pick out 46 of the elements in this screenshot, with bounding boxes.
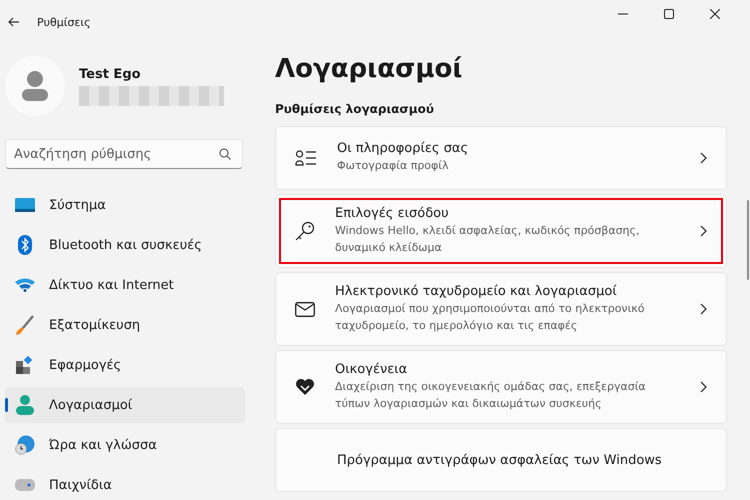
envelope-icon (295, 302, 315, 316)
card-title: Οικογένεια (335, 362, 408, 377)
chevron-right-icon (700, 225, 707, 237)
card-title: Οι πληροφορίες σας (337, 141, 470, 156)
sidebar-item[interactable]: Bluetooth και συσκευές (5, 227, 245, 263)
card-description: Διαχείριση της οικογενειακής ομάδας σας, επεξεργασία τύπων λογαριασμών και δικαιωμάτων συσκευής (335, 379, 647, 412)
sidebar-item[interactable]: Εφαρμογές (5, 347, 245, 383)
page-title: Λογαριασμοί (275, 54, 464, 84)
bluetooth-icon (15, 235, 35, 255)
apps-icon (15, 356, 35, 374)
card-description: Λογαριασμοί που χρησιμοποιούνται από το ηλεκτρονικό ταχυδρομείο, το ημερολόγιο και τις επαφές (335, 301, 646, 334)
section-heading: Ρυθμίσεις λογαριασμού (275, 102, 435, 116)
monitor-icon (15, 197, 35, 213)
chevron-right-icon (700, 152, 707, 164)
card-description: Φωτογραφία προφίλ (337, 158, 450, 174)
wifi-icon (15, 278, 35, 292)
sidebar-item[interactable]: Δίκτυο και Internet (5, 267, 245, 303)
key-icon (295, 221, 315, 241)
settings-card[interactable]: Οικογένεια Διαχείριση της οικογενειακής ομάδας σας, επεξεργασία τύπων λογαριασμών και δικαιωμάτων συσκευής (275, 350, 727, 424)
settings-card[interactable]: Επιλογές εισόδου Windows Hello, κλειδί ασφαλείας, κωδικός πρόσβασης, δυναμικό κλείδωμα (275, 194, 727, 268)
sidebar-item[interactable]: Σύστημα (5, 187, 245, 223)
globe-clock-icon (15, 435, 35, 455)
window-title: Ρυθμίσεις (37, 16, 91, 28)
chevron-right-icon (700, 381, 707, 393)
heart-icon (295, 378, 315, 396)
settings-card[interactable]: Οι πληροφορίες σας Φωτογραφία προφίλ (275, 126, 727, 190)
settings-card[interactable]: Πρόγραμμα αντιγράφων ασφαλείας των Windows (275, 428, 727, 492)
back-arrow-icon[interactable] (8, 17, 20, 27)
settings-card[interactable]: Ηλεκτρονικό ταχυδρομείο και λογαριασμοί Λογαριασμοί που χρησιμοποιούνται από το ηλεκτρονικό ταχυδρομείο, το ημερολόγιο και τις επαφές (275, 272, 727, 346)
sidebar-item[interactable]: Παιχνίδια (5, 467, 245, 500)
card-description: Windows Hello, κλειδί ασφαλείας, κωδικός πρόσβασης, δυναμικό κλείδωμα (335, 223, 640, 256)
maximize-icon[interactable] (664, 9, 674, 19)
sidebar-item[interactable]: Εξατομίκευση (5, 307, 245, 343)
search-field[interactable]: Αναζήτηση ρύθμισης (5, 139, 243, 169)
person-icon (15, 395, 35, 415)
card-title: Ηλεκτρονικό ταχυδρομείο και λογαριασμοί (335, 284, 618, 299)
chevron-right-icon (700, 303, 707, 315)
search-icon (219, 148, 231, 160)
card-title: Πρόγραμμα αντιγράφων ασφαλείας των Windows (337, 452, 663, 468)
sidebar-item[interactable]: Λογαριασμοί (5, 387, 245, 423)
user-name: Test Ego (79, 66, 142, 82)
paintbrush-icon (15, 315, 35, 335)
card-title: Επιλογές εισόδου (335, 206, 450, 221)
sidebar-item[interactable]: Ώρα και γλώσσα (5, 427, 245, 463)
close-icon[interactable] (710, 9, 720, 19)
person-list-icon (295, 150, 317, 166)
